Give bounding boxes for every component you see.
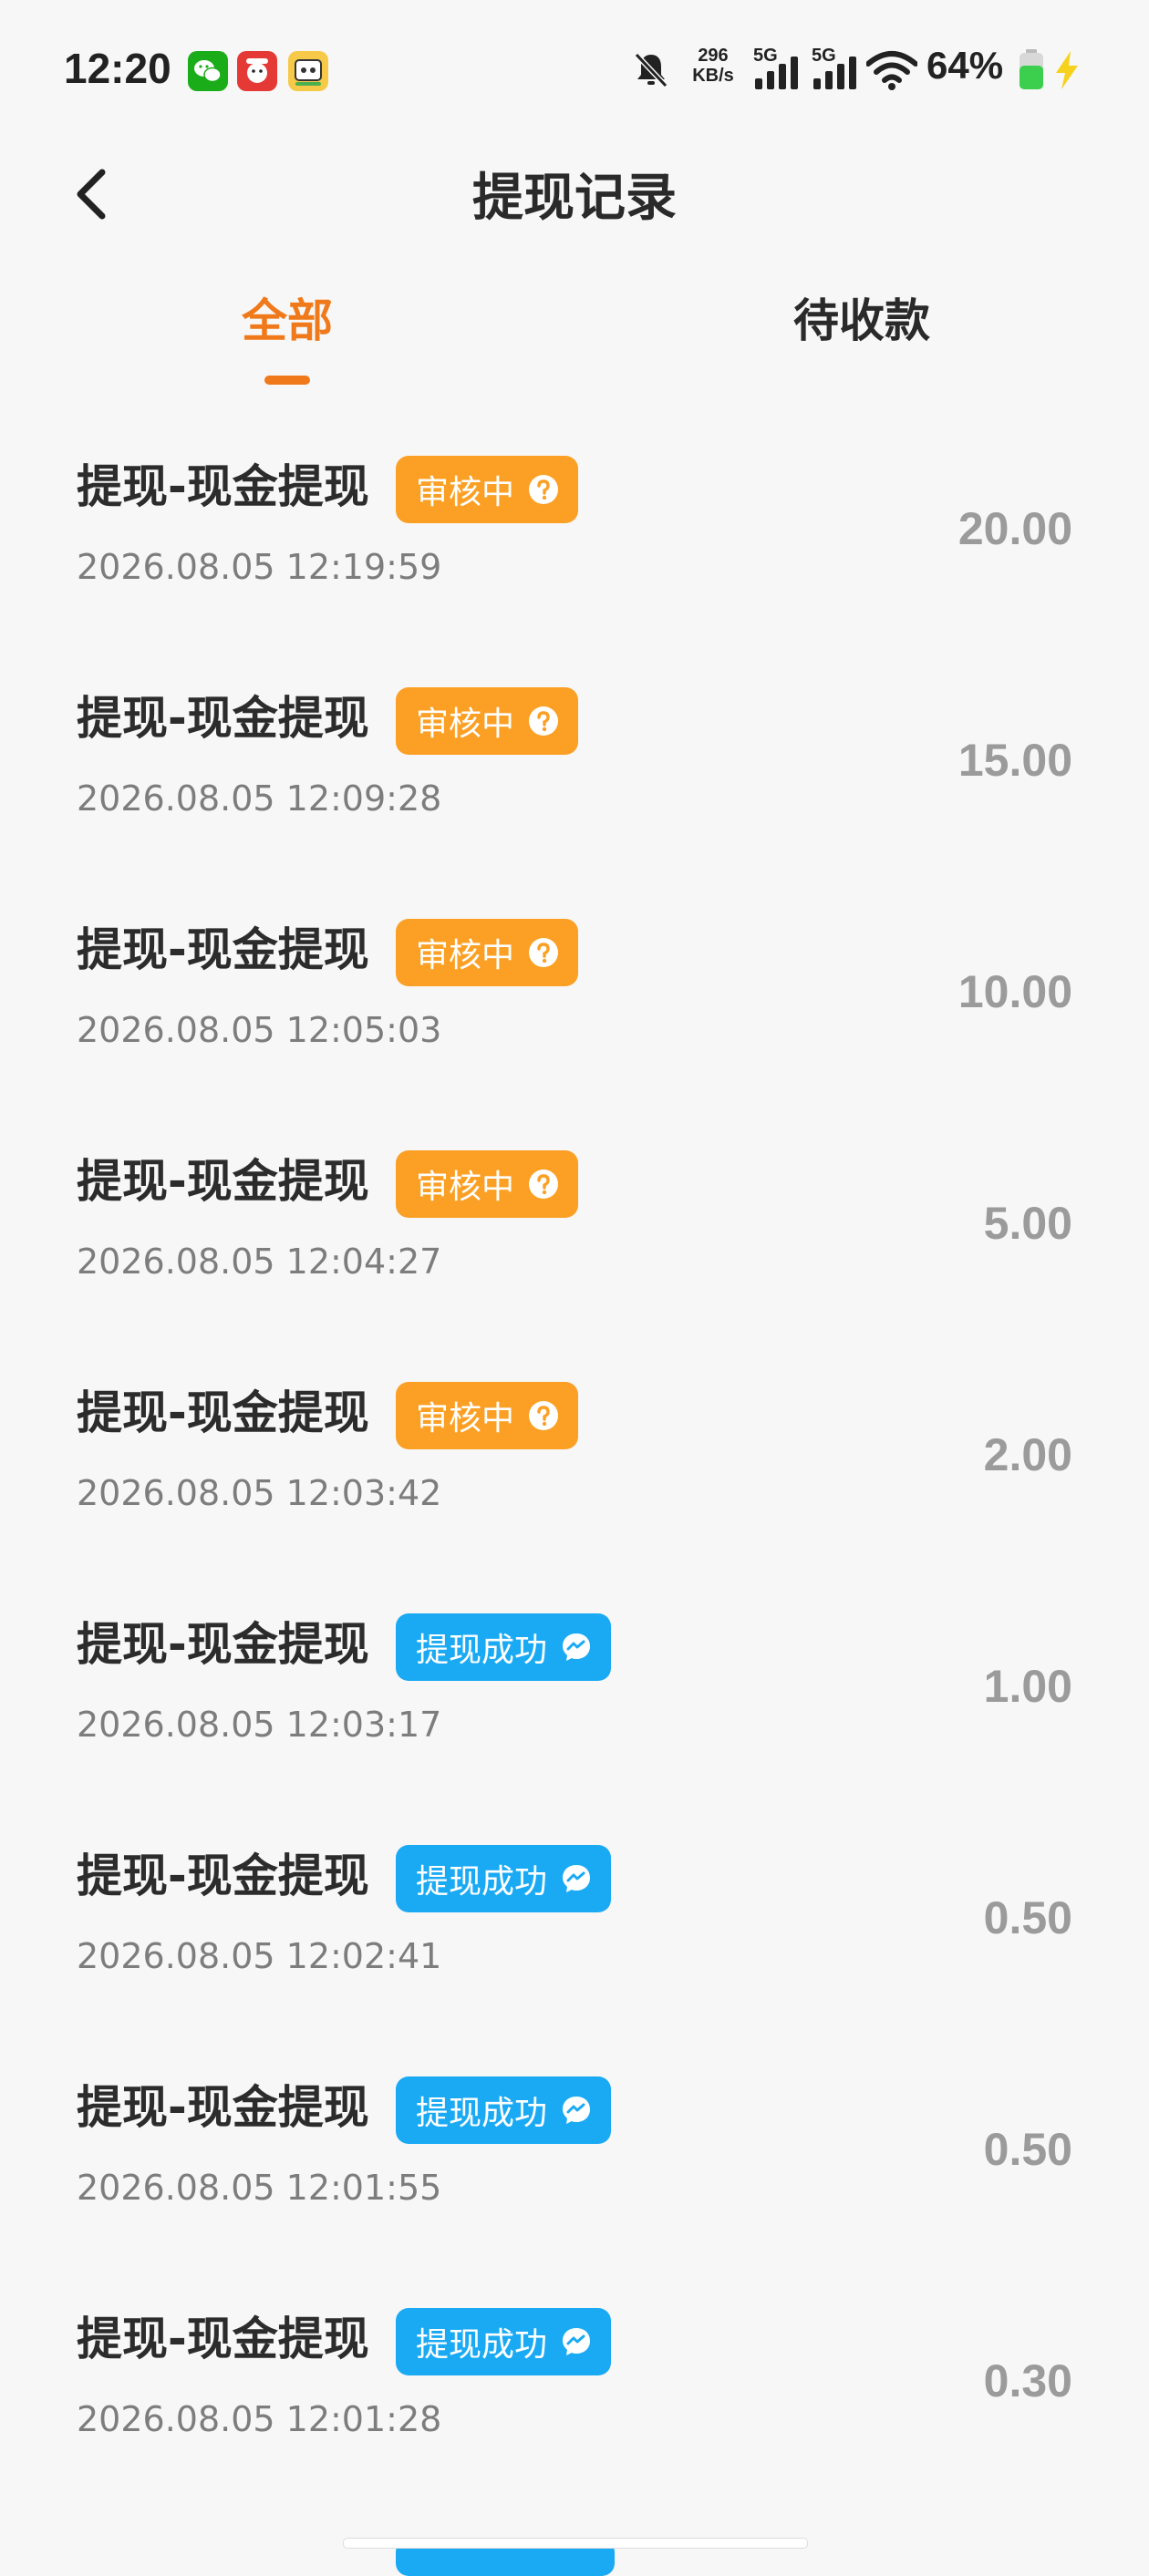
net-speed-unit: KB/s <box>692 66 734 86</box>
tab-all[interactable]: 全部 <box>196 284 378 357</box>
question-circle-icon <box>527 1168 560 1200</box>
record-amount: 1.00 <box>983 1661 1072 1712</box>
wechat-icon <box>188 51 228 91</box>
status-badge-label: 审核中 <box>416 706 515 743</box>
chat-bubble-icon <box>560 1631 593 1664</box>
signal-icon <box>813 55 857 95</box>
battery-percent: 64% <box>926 44 1004 87</box>
red-app-icon <box>237 51 277 91</box>
status-badge[interactable]: 审核中 <box>396 919 579 986</box>
record-title: 提现-现金提现 <box>77 460 369 513</box>
record-list: 提现-现金提现 审核中 2026.08.05 12:19:59 20.00 提现… <box>0 428 1149 2552</box>
record-row[interactable]: 提现-现金提现 审核中 2026.08.05 12:05:03 10.00 <box>0 891 1149 1123</box>
net-speed: 296 KB/s <box>686 46 740 86</box>
question-circle-icon <box>527 705 560 737</box>
tab-active-indicator <box>264 376 310 385</box>
status-badge-label: 审核中 <box>416 1169 515 1206</box>
status-badge[interactable]: 提现成功 <box>396 2076 612 2144</box>
home-indicator[interactable] <box>343 2538 808 2549</box>
status-bar: 12:20 296 KB/s 5G 5G 64% <box>0 0 1149 137</box>
page-title: 提现记录 <box>472 169 677 228</box>
record-amount: 5.00 <box>983 1198 1072 1249</box>
record-row[interactable]: 提现-现金提现 提现成功 2026.08.05 12:02:41 0.50 <box>0 1818 1149 2049</box>
record-row[interactable]: 提现-现金提现 审核中 2026.08.05 12:03:42 2.00 <box>0 1355 1149 1586</box>
battery-icon <box>1018 49 1045 95</box>
status-badge[interactable]: 审核中 <box>396 1150 579 1218</box>
record-row[interactable]: 提现-现金提现 提现成功 2026.08.05 12:03:17 1.00 <box>0 1586 1149 1818</box>
status-badge[interactable]: 审核中 <box>396 1382 579 1449</box>
record-time: 2026.08.05 12:01:28 <box>77 2399 442 2439</box>
game-app-icon <box>288 51 328 91</box>
status-badge-label: 提现成功 <box>416 2326 548 2364</box>
status-badge[interactable]: 审核中 <box>396 687 579 755</box>
status-badge-label: 审核中 <box>416 474 515 511</box>
charging-icon <box>1051 49 1083 95</box>
record-title: 提现-现金提现 <box>77 2313 369 2365</box>
record-amount: 2.00 <box>983 1429 1072 1480</box>
status-badge-label: 提现成功 <box>416 1632 548 1669</box>
status-badge[interactable]: 提现成功 <box>396 1845 612 1912</box>
status-badge-label: 提现成功 <box>416 1863 548 1901</box>
record-time: 2026.08.05 12:03:42 <box>77 1473 442 1513</box>
chat-bubble-icon <box>560 1862 593 1895</box>
tab-pending[interactable]: 待收款 <box>771 284 953 357</box>
record-time: 2026.08.05 12:01:55 <box>77 2168 442 2208</box>
question-circle-icon <box>527 1399 560 1432</box>
chat-bubble-icon <box>560 2094 593 2127</box>
record-time: 2026.08.05 12:09:28 <box>77 778 442 819</box>
record-title: 提现-现金提现 <box>77 2081 369 2134</box>
status-time: 12:20 <box>64 45 171 92</box>
record-time: 2026.08.05 12:04:27 <box>77 1242 442 1282</box>
status-badge-label: 审核中 <box>416 1400 515 1437</box>
partial-record-row <box>77 2530 350 2552</box>
record-title: 提现-现金提现 <box>77 1850 369 1902</box>
wifi-icon <box>865 49 918 95</box>
record-title: 提现-现金提现 <box>77 923 369 976</box>
record-time: 2026.08.05 12:05:03 <box>77 1010 442 1050</box>
record-time: 2026.08.05 12:03:17 <box>77 1705 442 1745</box>
record-row[interactable]: 提现-现金提现 审核中 2026.08.05 12:04:27 5.00 <box>0 1123 1149 1355</box>
record-time: 2026.08.05 12:19:59 <box>77 547 442 587</box>
chat-bubble-icon <box>560 2325 593 2358</box>
record-time: 2026.08.05 12:02:41 <box>77 1936 442 1976</box>
status-badge-label: 审核中 <box>416 937 515 974</box>
record-title: 提现-现金提现 <box>77 1618 369 1671</box>
record-amount: 0.50 <box>983 2124 1072 2175</box>
record-amount: 0.50 <box>983 1892 1072 1943</box>
record-title: 提现-现金提现 <box>77 1155 369 1208</box>
record-title: 提现-现金提现 <box>77 1386 369 1439</box>
signal-icon <box>755 55 799 95</box>
record-amount: 0.30 <box>983 2355 1072 2406</box>
status-badge[interactable]: 审核中 <box>396 456 579 523</box>
record-amount: 15.00 <box>958 735 1072 786</box>
question-circle-icon <box>527 936 560 969</box>
status-badge[interactable]: 提现成功 <box>396 1613 612 1681</box>
status-badge[interactable]: 提现成功 <box>396 2308 612 2375</box>
bell-muted-icon <box>633 49 669 93</box>
record-row[interactable]: 提现-现金提现 提现成功 2026.08.05 12:01:28 0.30 <box>0 2281 1149 2512</box>
record-amount: 20.00 <box>958 503 1072 554</box>
status-badge-label: 提现成功 <box>416 2095 548 2132</box>
record-row[interactable]: 提现-现金提现 审核中 2026.08.05 12:19:59 20.00 <box>0 428 1149 660</box>
record-row[interactable]: 提现-现金提现 审核中 2026.08.05 12:09:28 15.00 <box>0 660 1149 891</box>
net-speed-value: 296 <box>698 46 729 66</box>
question-circle-icon <box>527 473 560 506</box>
record-amount: 10.00 <box>958 966 1072 1017</box>
record-title: 提现-现金提现 <box>77 692 369 745</box>
record-row[interactable]: 提现-现金提现 提现成功 2026.08.05 12:01:55 0.50 <box>0 2049 1149 2281</box>
